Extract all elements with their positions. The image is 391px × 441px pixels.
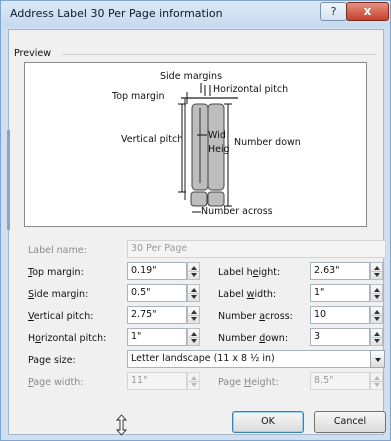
spin-down-icon[interactable] [374,317,380,321]
page-size-label: Page size: [28,355,76,366]
vertical-pitch-spinner[interactable] [187,306,200,324]
help-button[interactable]: ? [320,2,347,21]
window-edge-strip [7,130,10,230]
number-down-label: Number down: [218,333,289,344]
spin-up-icon[interactable] [191,266,197,270]
preview-width-label: Wid [208,130,226,141]
spin-up-icon[interactable] [191,310,197,314]
top-margin-label: Top margin: [28,267,84,278]
label-height-input[interactable]: 2.63" [310,262,370,280]
label-height-spinner[interactable] [370,262,383,280]
preview-number-down-label: Number down [234,137,301,148]
resize-vertical-icon [116,414,127,436]
preview-number-across-label: Number across [201,206,273,217]
preview-label-3 [190,191,208,207]
page-width-spinner [187,372,200,390]
horizontal-pitch-label: Horizontal pitch: [28,333,107,344]
preview-vertical-pitch-label: Vertical pitch [121,134,184,145]
label-width-spinner[interactable] [370,284,383,302]
spin-up-icon[interactable] [374,332,380,336]
title-bar: Address Label 30 Per Page information ? … [1,1,390,27]
spin-up-icon [191,376,197,380]
side-margin-input[interactable]: 0.5" [127,284,187,302]
page-width-input: 11" [127,372,187,390]
horizontal-pitch-input[interactable]: 1" [127,328,187,346]
preview-top-margin-label: Top margin [112,91,165,102]
close-icon: x [363,4,372,18]
chevron-down-icon [375,358,381,362]
preview-diagram [178,83,238,213]
close-button[interactable]: x [346,2,389,21]
spin-up-icon[interactable] [374,266,380,270]
spin-up-icon[interactable] [191,288,197,292]
spin-down-icon [374,383,380,387]
side-margin-spinner[interactable] [187,284,200,302]
spin-down-icon[interactable] [374,273,380,277]
spin-down-icon[interactable] [191,295,197,299]
page-height-input: 8.5" [310,372,370,390]
page-height-label: Page Height: [218,377,279,388]
spin-up-icon[interactable] [191,332,197,336]
spin-down-icon[interactable] [191,273,197,277]
help-icon: ? [330,5,337,18]
label-height-label: Label height: [218,267,281,278]
ok-button[interactable]: OK [232,411,304,433]
page-height-spinner [370,372,383,390]
spin-up-icon[interactable] [374,288,380,292]
preview-horizontal-pitch-label: Horizontal pitch [213,84,289,95]
number-across-label: Number across: [218,311,293,322]
spin-down-icon[interactable] [191,317,197,321]
label-name-field: 30 Per Page [127,240,386,258]
spin-up-icon [374,376,380,380]
preview-group-label: Preview [14,48,51,59]
vertical-pitch-label: Vertical pitch: [28,311,94,322]
number-across-input[interactable]: 10 [310,306,370,324]
number-down-spinner[interactable] [370,328,383,346]
vertical-pitch-input[interactable]: 2.75" [127,306,187,324]
preview-label-4 [207,191,225,207]
cancel-button[interactable]: Cancel [314,411,386,433]
top-margin-input[interactable]: 0.19" [127,262,187,280]
horizontal-pitch-spinner[interactable] [187,328,200,346]
label-width-input[interactable]: 1" [310,284,370,302]
spin-down-icon[interactable] [374,339,380,343]
label-name-label: Label name: [28,245,87,256]
preview-height-label: Heig [208,144,230,155]
preview-panel: Side margins Top margin Horizontal pitch… [24,62,367,227]
page-size-select[interactable]: Letter landscape (11 x 8 ½ in) [127,350,371,368]
page-size-dropdown-button[interactable] [370,350,385,368]
top-margin-spinner[interactable] [187,262,200,280]
spin-down-icon[interactable] [191,339,197,343]
number-down-input[interactable]: 3 [310,328,370,346]
preview-group-divider [62,54,376,55]
spin-up-icon[interactable] [374,310,380,314]
spin-down-icon [191,383,197,387]
window-title: Address Label 30 Per Page information [10,7,223,20]
page-width-label: Page width: [28,377,84,388]
preview-side-margins-label: Side margins [160,71,223,82]
number-across-spinner[interactable] [370,306,383,324]
spin-down-icon[interactable] [374,295,380,299]
side-margin-label: Side margin: [28,289,89,300]
label-width-label: Label width: [218,289,277,300]
